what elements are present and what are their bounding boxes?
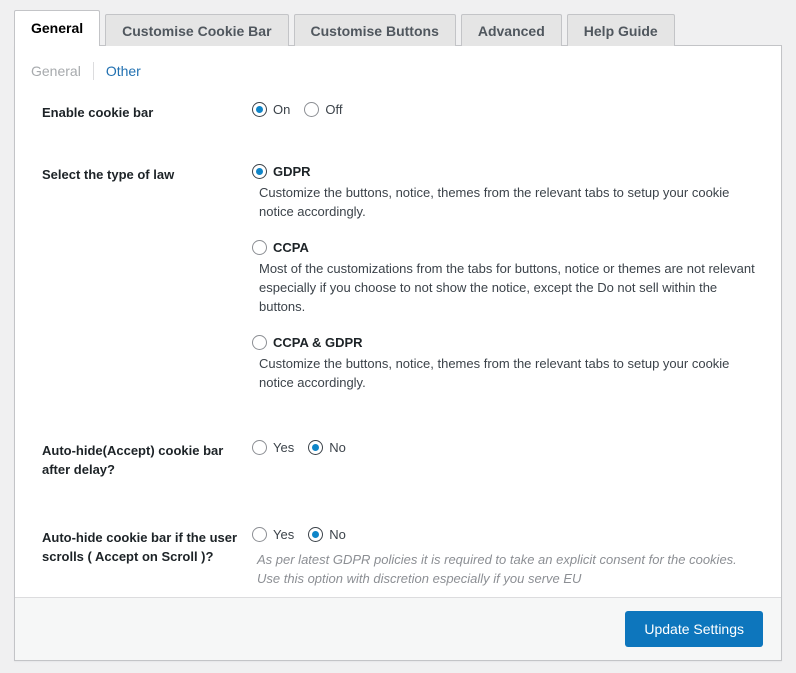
radio-label-auto-hide-accept-no: No — [329, 440, 346, 455]
radio-label-ccpa: CCPA — [273, 240, 309, 255]
radio-label-off: Off — [325, 102, 343, 117]
radio-indicator-off[interactable] — [304, 102, 320, 117]
radio-auto-hide-scroll-yes[interactable]: Yes — [252, 527, 294, 542]
law-description-ccpa: Most of the customizations from the tabs… — [259, 261, 755, 314]
field-type-of-law: GDPR Customize the buttons, notice, them… — [252, 164, 763, 392]
radio-law-gdpr[interactable]: GDPR — [252, 164, 763, 179]
field-auto-hide-scroll: Yes No As per latest GDPR policies it is… — [252, 527, 763, 588]
radio-enable-on[interactable]: On — [252, 102, 290, 117]
radio-indicator-on[interactable] — [252, 102, 267, 117]
radio-indicator-gdpr[interactable] — [252, 164, 267, 179]
row-enable-cookie-bar: Enable cookie bar On Off — [15, 102, 781, 122]
radio-law-ccpa-gdpr[interactable]: CCPA & GDPR — [252, 335, 763, 350]
tab-advanced[interactable]: Advanced — [460, 14, 562, 46]
radio-auto-hide-scroll-no[interactable]: No — [308, 527, 346, 542]
subnav: General Other — [15, 46, 781, 80]
law-description-ccpa-gdpr: Customize the buttons, notice, themes fr… — [259, 356, 730, 390]
subnav-item-general[interactable]: General — [31, 63, 93, 79]
law-option-gdpr: GDPR Customize the buttons, notice, them… — [252, 164, 763, 221]
label-type-of-law: Select the type of law — [42, 167, 175, 182]
radio-label-auto-hide-accept-yes: Yes — [273, 440, 295, 455]
description-auto-hide-scroll: As per latest GDPR policies it is requir… — [257, 552, 737, 586]
law-description-gdpr: Customize the buttons, notice, themes fr… — [259, 185, 730, 219]
radio-indicator-auto-hide-accept-no[interactable] — [308, 440, 324, 455]
label-auto-hide-accept: Auto-hide(Accept) cookie bar after delay… — [42, 443, 224, 477]
panel-footer: Update Settings — [15, 597, 781, 660]
radio-auto-hide-accept-yes[interactable]: Yes — [252, 440, 294, 455]
radio-label-gdpr: GDPR — [273, 164, 311, 179]
update-settings-button[interactable]: Update Settings — [625, 611, 763, 647]
tab-general[interactable]: General — [14, 10, 101, 46]
row-type-of-law: Select the type of law GDPR Customize th… — [15, 164, 781, 392]
field-enable-cookie-bar: On Off — [252, 102, 763, 117]
field-auto-hide-accept: Yes No — [252, 440, 763, 455]
label-enable-cookie-bar: Enable cookie bar — [42, 105, 154, 120]
tab-customise-buttons[interactable]: Customise Buttons — [293, 14, 456, 46]
radio-law-ccpa[interactable]: CCPA — [252, 240, 763, 255]
law-option-ccpa: CCPA Most of the customizations from the… — [252, 240, 763, 316]
subnav-item-other[interactable]: Other — [94, 63, 141, 79]
radio-indicator-auto-hide-scroll-yes[interactable] — [252, 527, 267, 542]
row-auto-hide-scroll: Auto-hide cookie bar if the user scrolls… — [15, 527, 781, 588]
radio-label-auto-hide-scroll-yes: Yes — [273, 527, 295, 542]
tab-customise-cookie-bar[interactable]: Customise Cookie Bar — [105, 14, 289, 46]
law-option-ccpa-gdpr: CCPA & GDPR Customize the buttons, notic… — [252, 335, 763, 392]
radio-indicator-ccpa-gdpr[interactable] — [252, 335, 267, 350]
row-auto-hide-accept: Auto-hide(Accept) cookie bar after delay… — [15, 440, 781, 479]
radio-indicator-ccpa[interactable] — [252, 240, 267, 255]
radio-label-on: On — [273, 102, 291, 117]
radio-label-ccpa-gdpr: CCPA & GDPR — [273, 335, 363, 350]
radio-indicator-auto-hide-accept-yes[interactable] — [252, 440, 267, 455]
settings-form: Enable cookie bar On Off Select the type… — [15, 80, 781, 588]
tab-help-guide[interactable]: Help Guide — [566, 14, 675, 46]
settings-tabs: General Customise Cookie Bar Customise B… — [14, 10, 675, 46]
label-auto-hide-scroll: Auto-hide cookie bar if the user scrolls… — [42, 530, 238, 564]
settings-panel: General Other Enable cookie bar On Off S… — [14, 45, 782, 661]
radio-indicator-auto-hide-scroll-no[interactable] — [308, 527, 324, 542]
radio-auto-hide-accept-no[interactable]: No — [308, 440, 346, 455]
radio-label-auto-hide-scroll-no: No — [329, 527, 346, 542]
radio-enable-off[interactable]: Off — [304, 102, 342, 117]
